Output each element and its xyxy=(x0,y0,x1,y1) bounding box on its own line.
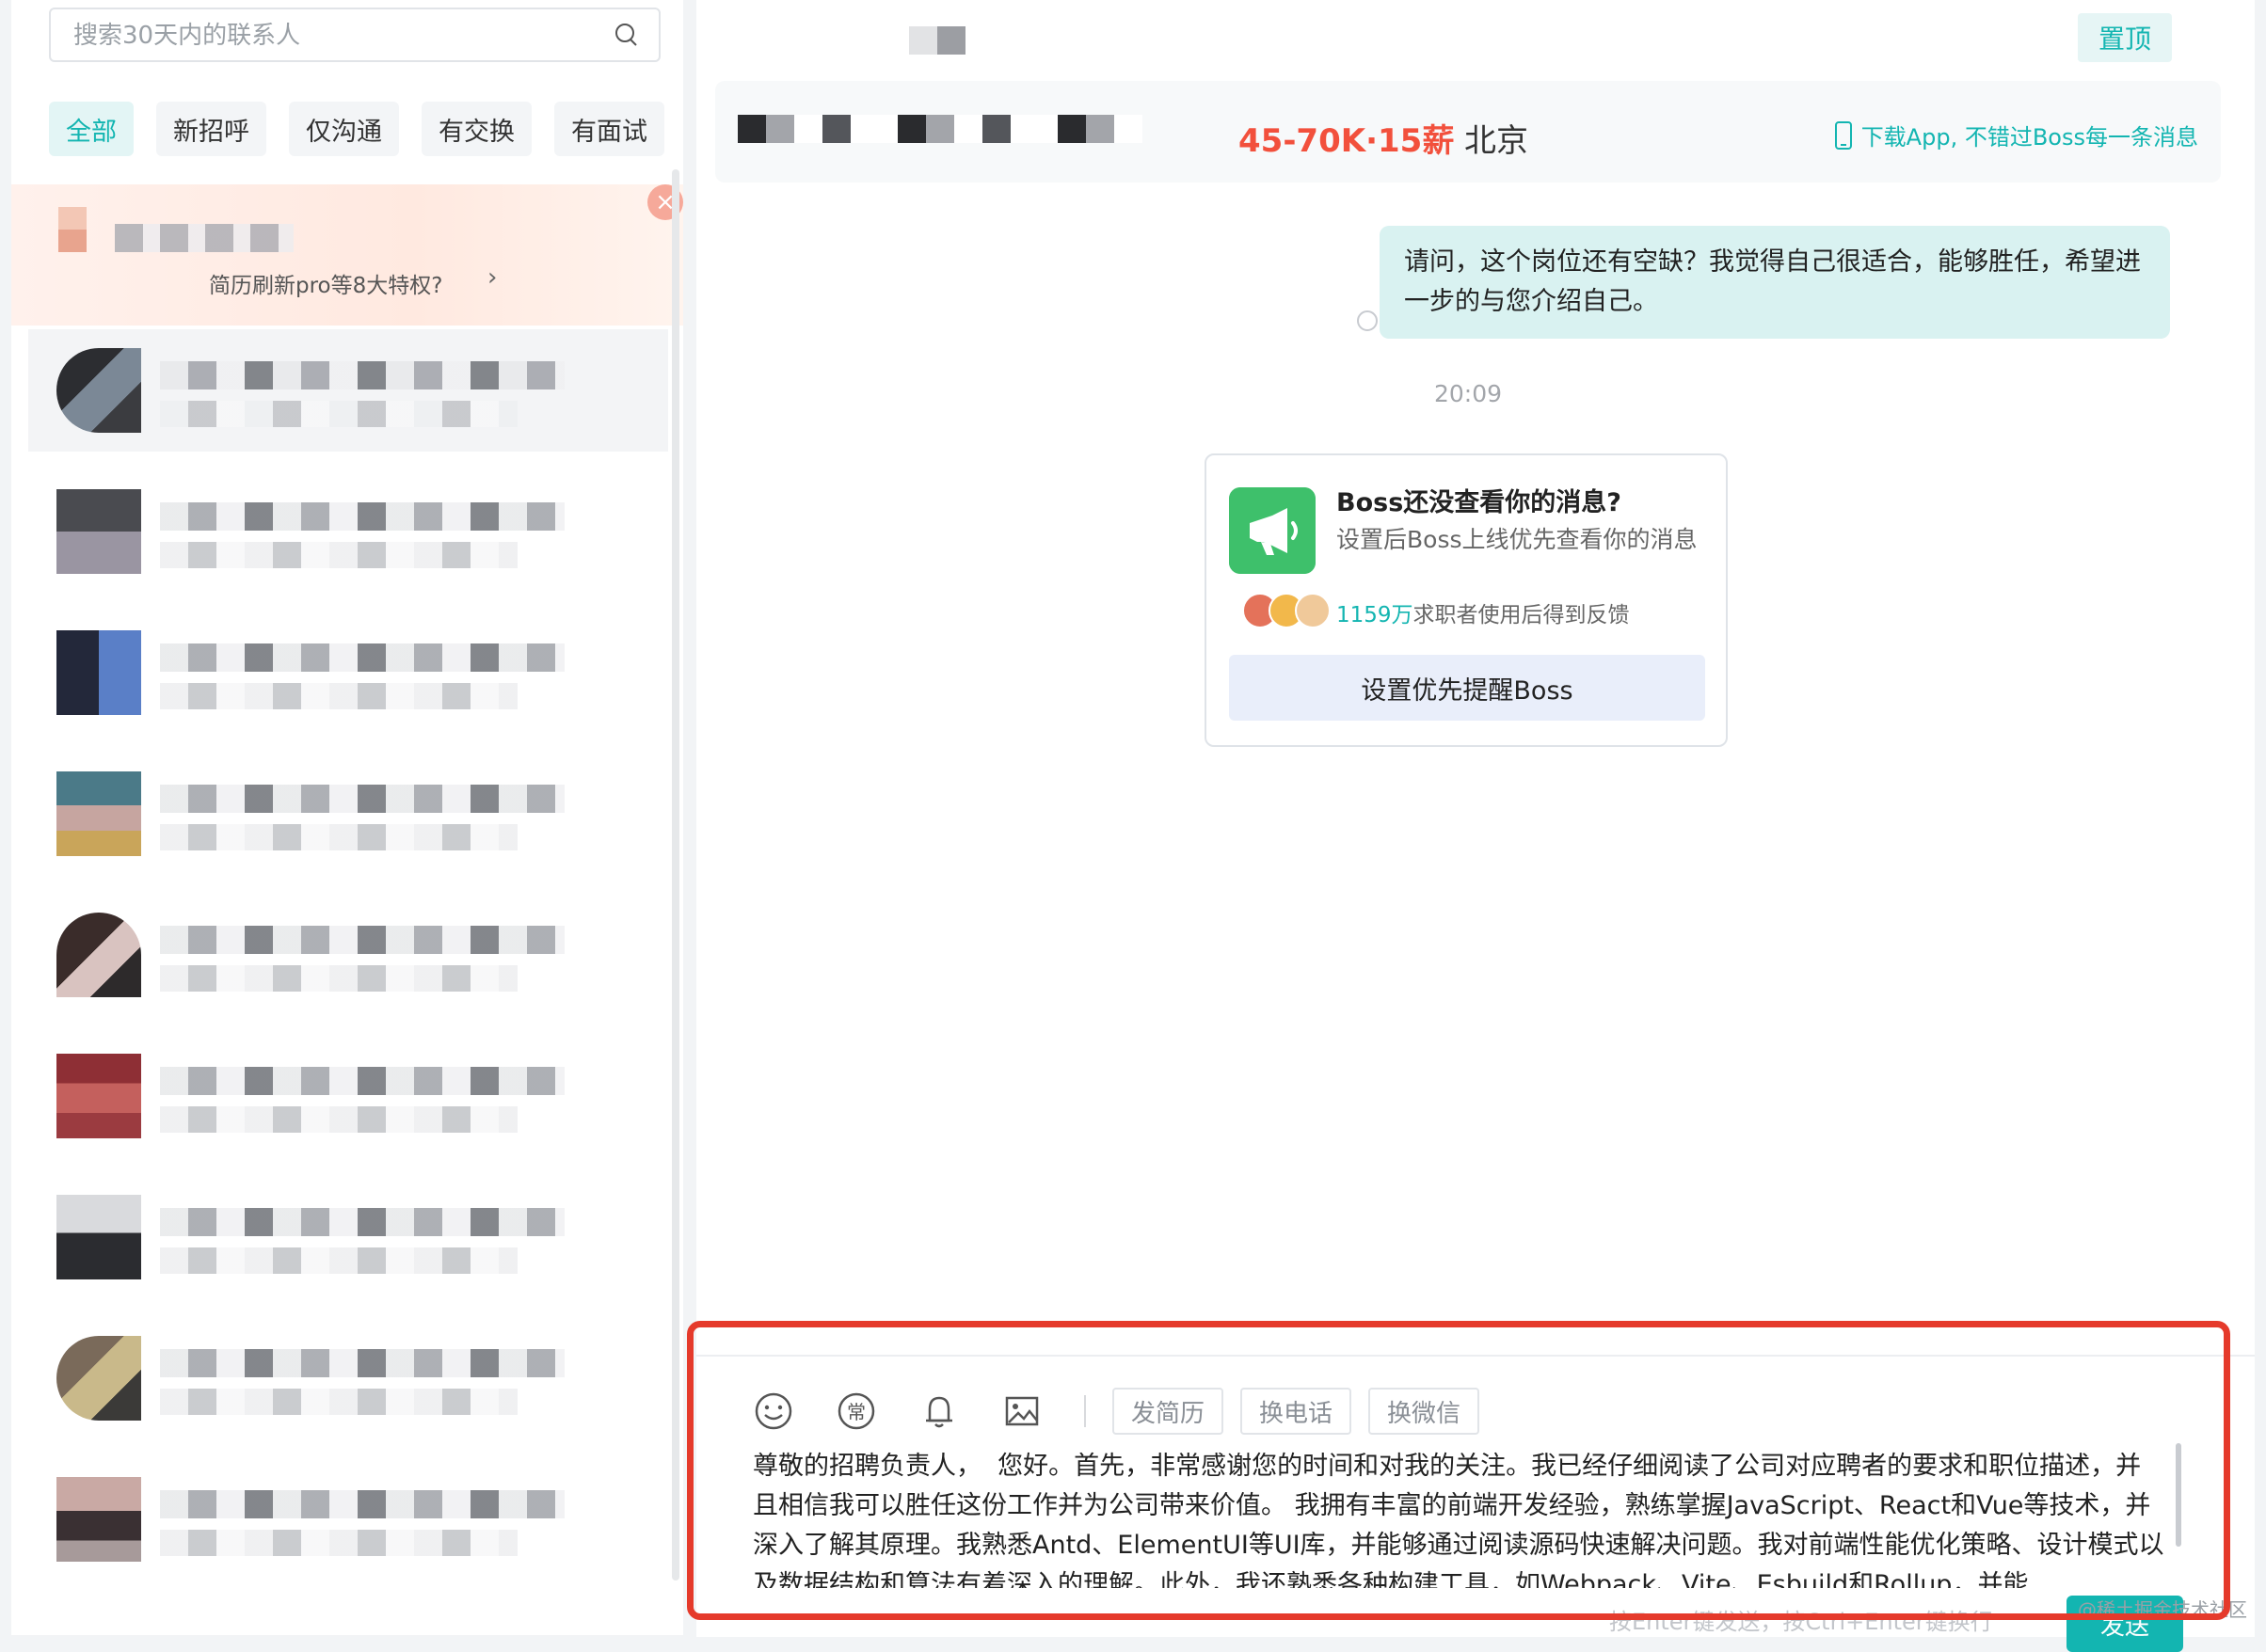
common-phrases-icon[interactable]: 常 xyxy=(836,1390,877,1432)
notice-description: 设置后Boss上线优先查看你的消息 xyxy=(1336,526,1698,553)
phone-icon xyxy=(1834,120,1852,150)
job-city: 北京 xyxy=(1464,122,1528,160)
chat-panel: 置顶 45-70K·15薪 北京 下载App, 不错过Boss每一条消息 请问，… xyxy=(696,0,2255,1652)
toolbar-divider xyxy=(1084,1395,1086,1427)
composer-toolbar: 常 发简历 换电话 换微信 xyxy=(753,1385,1496,1438)
megaphone-icon xyxy=(1229,487,1316,574)
tab-interview[interactable]: 有面试 xyxy=(554,102,664,156)
tab-new-greeting[interactable]: 新招呼 xyxy=(156,102,266,156)
user-avatar xyxy=(1295,593,1331,628)
avatar xyxy=(56,1336,141,1421)
promo-title-blurred xyxy=(115,224,294,252)
contact-name-blurred xyxy=(160,643,565,672)
download-app-link[interactable]: 下载App, 不错过Boss每一条消息 xyxy=(1834,119,2198,151)
sent-message-bubble: 请问，这个岗位还有空缺？我觉得自己很适合，能够胜任，希望进一步的与您介绍自己。 xyxy=(1380,226,2170,339)
job-header: 45-70K·15薪 北京 下载App, 不错过Boss每一条消息 xyxy=(715,81,2221,183)
contact-item[interactable] xyxy=(28,1458,668,1581)
contact-item[interactable] xyxy=(28,329,668,452)
contact-message-blurred xyxy=(160,1247,518,1274)
avatar xyxy=(56,630,141,715)
tab-all[interactable]: 全部 xyxy=(49,102,134,156)
priority-reminder-card: Boss还没查看你的消息? 设置后Boss上线优先查看你的消息 1159万求职者… xyxy=(1205,453,1728,747)
contact-message-blurred xyxy=(160,1530,518,1556)
send-resume-button[interactable]: 发简历 xyxy=(1112,1388,1224,1435)
promo-text: 简历刷新pro等8大特权? xyxy=(209,274,443,298)
message-input[interactable]: 尊敬的招聘负责人， 您好。首先，非常感谢您的时间和对我的关注。我已经仔细阅读了公… xyxy=(753,1447,2164,1588)
contact-name-blurred xyxy=(160,1067,565,1095)
notice-stats-text: 求职者使用后得到反馈 xyxy=(1412,603,1630,627)
contact-name-blurred xyxy=(160,926,565,954)
contact-name-blurred xyxy=(160,1490,565,1518)
exchange-phone-button[interactable]: 换电话 xyxy=(1240,1388,1352,1435)
contact-item[interactable] xyxy=(28,612,668,734)
message-timestamp: 20:09 xyxy=(1433,380,1503,407)
bell-icon[interactable] xyxy=(918,1390,960,1432)
send-hint: 按Enter键发送，按Ctrl+Enter键换行 xyxy=(1609,1609,1993,1635)
chat-topbar: 置顶 xyxy=(696,0,2255,75)
image-icon[interactable] xyxy=(1001,1390,1043,1432)
contact-message-blurred xyxy=(160,683,518,709)
sidebar-scrollbar[interactable] xyxy=(672,169,679,1581)
contact-message-blurred xyxy=(160,542,518,568)
avatar xyxy=(56,913,141,997)
avatar xyxy=(56,771,141,856)
message-composer: 常 发简历 换电话 换微信 尊敬的招聘负责人， 您好。首先，非常感谢您的时间和对… xyxy=(696,1355,2255,1652)
contact-message-blurred xyxy=(160,965,518,992)
tab-exchanged[interactable]: 有交换 xyxy=(422,102,532,156)
contact-name-blurred xyxy=(160,502,565,531)
contact-name-blurred xyxy=(160,1349,565,1377)
avatar xyxy=(56,348,141,433)
contact-name-blurred xyxy=(160,361,565,389)
avatar xyxy=(56,1195,141,1279)
contact-message-blurred xyxy=(160,824,518,850)
chevron-right-icon: › xyxy=(487,263,498,292)
avatar xyxy=(56,1477,141,1562)
avatar xyxy=(56,489,141,574)
promo-thumbnail xyxy=(58,207,87,252)
download-hint-text: 下载App, 不错过Boss每一条消息 xyxy=(1860,124,2198,151)
contact-message-blurred xyxy=(160,401,518,427)
contact-message-blurred xyxy=(160,1389,518,1415)
job-salary: 45-70K·15薪 xyxy=(1238,122,1455,160)
search-box[interactable] xyxy=(49,8,661,62)
tab-chat-only[interactable]: 仅沟通 xyxy=(289,102,399,156)
contact-item[interactable] xyxy=(28,1176,668,1298)
contact-item[interactable] xyxy=(28,470,668,593)
contact-name-blurred xyxy=(160,785,565,813)
avatar xyxy=(56,1054,141,1138)
user-avatars xyxy=(1242,593,1331,628)
watermark: @稀土掘金技术社区 xyxy=(2078,1598,2247,1621)
contact-message-blurred xyxy=(160,1106,518,1133)
contact-title-blurred xyxy=(909,26,965,55)
contact-item[interactable] xyxy=(28,1035,668,1157)
emoji-icon[interactable] xyxy=(753,1390,794,1432)
unread-status-icon xyxy=(1357,310,1378,331)
search-icon[interactable] xyxy=(612,21,640,49)
notice-title: Boss还没查看你的消息? xyxy=(1336,488,1621,517)
filter-tabs: 全部 新招呼 仅沟通 有交换 有面试 xyxy=(49,102,664,158)
notice-stats: 1159万求职者使用后得到反馈 xyxy=(1336,596,1630,628)
contact-item[interactable] xyxy=(28,753,668,875)
contact-name-blurred xyxy=(160,1208,565,1236)
search-input[interactable] xyxy=(72,19,602,53)
contact-sidebar: 全部 新招呼 仅沟通 有交换 有面试 简历刷新pro等8大特权? › × xyxy=(11,0,683,1635)
job-title-blurred xyxy=(738,115,1142,143)
notice-stats-count: 1159万 xyxy=(1336,603,1413,627)
exchange-wechat-button[interactable]: 换微信 xyxy=(1368,1388,1480,1435)
pin-button[interactable]: 置顶 xyxy=(2078,13,2172,62)
contact-item[interactable] xyxy=(28,894,668,1016)
contact-item[interactable] xyxy=(28,1317,668,1439)
composer-scrollbar[interactable] xyxy=(2176,1443,2181,1547)
promo-banner[interactable]: 简历刷新pro等8大特权? › × xyxy=(11,184,683,326)
set-priority-reminder-button[interactable]: 设置优先提醒Boss xyxy=(1229,655,1705,721)
svg-text:常: 常 xyxy=(847,1401,866,1423)
